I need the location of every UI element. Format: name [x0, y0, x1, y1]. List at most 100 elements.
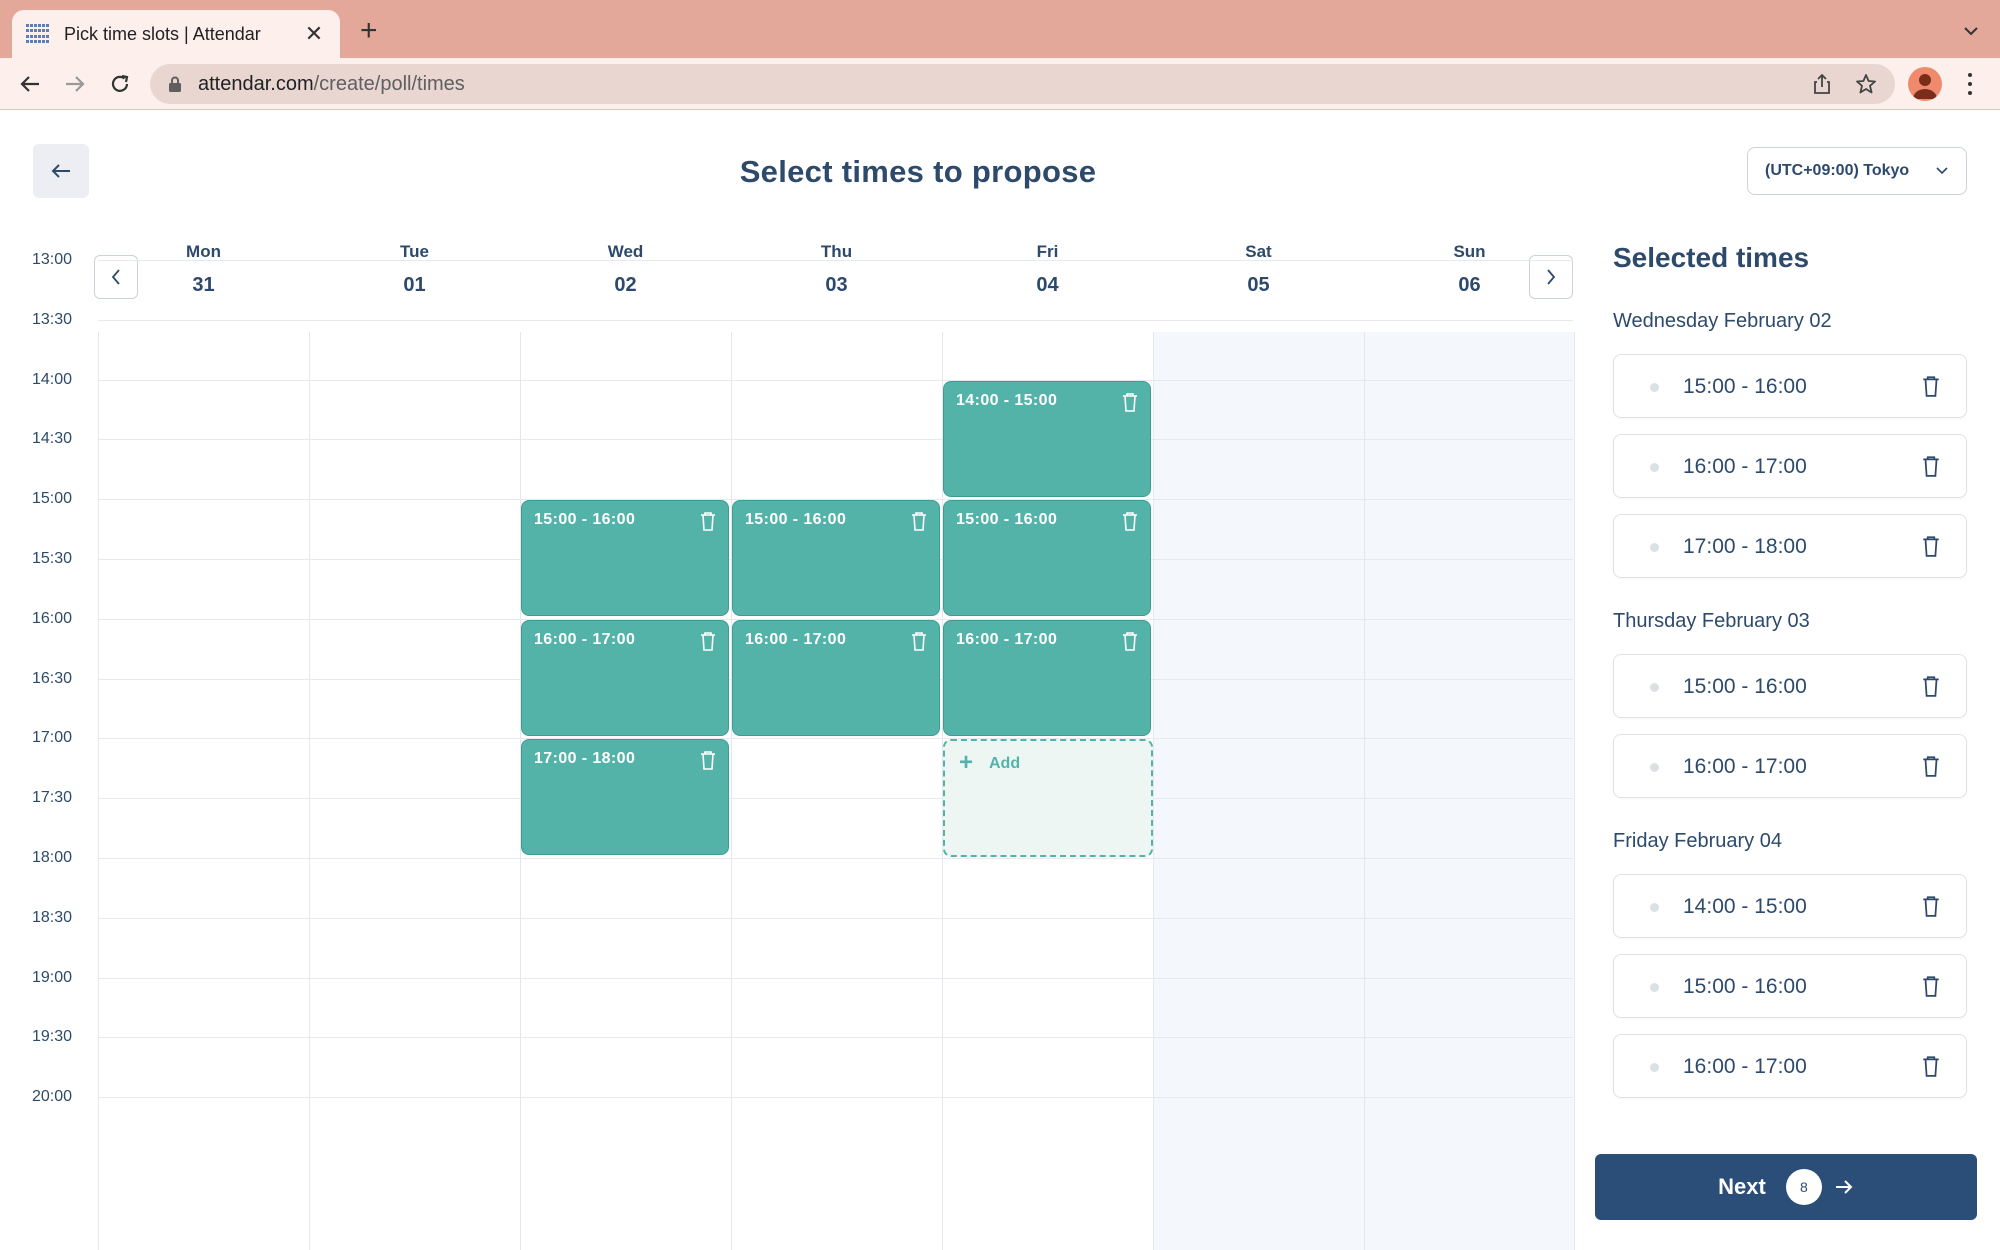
trash-icon[interactable]	[911, 631, 927, 651]
address-bar[interactable]: attendar.com/create/poll/times	[150, 64, 1895, 104]
hour-gridline	[98, 978, 1573, 979]
time-label: 19:30	[32, 1028, 73, 1045]
hour-gridline	[98, 1097, 1573, 1098]
browser-tab[interactable]: Pick time slots | Attendar ✕	[12, 10, 340, 58]
time-label: 17:00	[32, 729, 73, 746]
time-slot-block[interactable]: 14:00 - 15:00	[943, 381, 1151, 497]
trash-icon[interactable]	[1922, 1055, 1940, 1077]
slot-time-label: 15:00 - 16:00	[534, 511, 636, 528]
trash-icon[interactable]	[1122, 392, 1138, 412]
selected-time-card[interactable]: 16:00 - 17:00	[1613, 434, 1967, 498]
time-slot-block[interactable]: 16:00 - 17:00	[732, 620, 940, 736]
selected-time-card[interactable]: 15:00 - 16:00	[1613, 654, 1967, 718]
browser-forward-icon[interactable]	[61, 70, 89, 98]
new-tab-plus-icon[interactable]: +	[360, 16, 378, 46]
plus-icon: +	[959, 749, 974, 776]
day-column-tue[interactable]	[309, 332, 520, 1250]
time-label: 13:30	[32, 311, 73, 328]
lock-icon	[169, 76, 181, 92]
trash-icon[interactable]	[700, 750, 716, 770]
selected-time-label: 14:00 - 15:00	[1683, 895, 1807, 918]
day-date: 06	[1458, 274, 1481, 296]
next-button-label: Next	[1718, 1174, 1766, 1199]
slot-time-label: 17:00 - 18:00	[534, 750, 636, 767]
trash-icon[interactable]	[1922, 975, 1940, 997]
time-label: 18:30	[32, 909, 73, 926]
selected-time-card[interactable]: 16:00 - 17:00	[1613, 734, 1967, 798]
trash-icon[interactable]	[1922, 675, 1940, 697]
day-header-tue: Tue 01	[309, 242, 520, 297]
time-label: 14:30	[32, 430, 73, 447]
time-slot-block[interactable]: 16:00 - 17:00	[521, 620, 729, 736]
browser-menu-icon[interactable]	[1960, 70, 1980, 98]
tab-close-icon[interactable]: ✕	[302, 21, 326, 47]
next-button[interactable]: Next 8	[1595, 1154, 1977, 1220]
time-label: 20:00	[32, 1088, 73, 1105]
trash-icon[interactable]	[1922, 895, 1940, 917]
status-dot	[1650, 983, 1659, 992]
time-label: 18:00	[32, 849, 73, 866]
hour-gridline	[98, 260, 1573, 261]
date-group-title: Friday February 04	[1613, 830, 1782, 852]
hour-gridline	[98, 1037, 1573, 1038]
selected-time-label: 16:00 - 17:00	[1683, 755, 1807, 778]
day-column-thu[interactable]	[731, 332, 942, 1250]
selected-time-label: 15:00 - 16:00	[1683, 975, 1807, 998]
selected-time-card[interactable]: 17:00 - 18:00	[1613, 514, 1967, 578]
day-date: 02	[614, 274, 637, 296]
trash-icon[interactable]	[1922, 375, 1940, 397]
trash-icon[interactable]	[1122, 631, 1138, 651]
add-slot-button[interactable]: + Add	[943, 739, 1153, 857]
day-header-wed: Wed 02	[520, 242, 731, 297]
status-dot	[1650, 763, 1659, 772]
app-root: Select times to propose (UTC+09:00) Toky…	[0, 110, 2000, 1250]
time-slot-block[interactable]: 16:00 - 17:00	[943, 620, 1151, 736]
trash-icon[interactable]	[700, 631, 716, 651]
status-dot	[1650, 683, 1659, 692]
trash-icon[interactable]	[911, 511, 927, 531]
day-column-sun[interactable]	[1364, 332, 1575, 1250]
selected-time-label: 17:00 - 18:00	[1683, 535, 1807, 558]
time-slot-block[interactable]: 15:00 - 16:00	[732, 500, 940, 616]
browser-back-icon[interactable]	[16, 70, 44, 98]
day-date: 01	[403, 274, 426, 296]
trash-icon[interactable]	[1122, 511, 1138, 531]
trash-icon[interactable]	[700, 511, 716, 531]
time-slot-block[interactable]: 17:00 - 18:00	[521, 739, 729, 855]
trash-icon[interactable]	[1922, 535, 1940, 557]
selected-time-card[interactable]: 16:00 - 17:00	[1613, 1034, 1967, 1098]
time-label: 15:00	[32, 490, 73, 507]
share-icon[interactable]	[1810, 72, 1834, 96]
day-column-mon[interactable]	[98, 332, 309, 1250]
time-slot-block[interactable]: 15:00 - 16:00	[521, 500, 729, 616]
status-dot	[1650, 463, 1659, 472]
url-text: attendar.com/create/poll/times	[198, 72, 465, 95]
tab-search-chevron-icon[interactable]	[1962, 22, 1980, 40]
browser-reload-icon[interactable]	[106, 70, 134, 98]
day-header-sat: Sat 05	[1153, 242, 1364, 297]
profile-avatar[interactable]	[1908, 67, 1942, 101]
time-label: 19:00	[32, 969, 73, 986]
selected-time-card[interactable]: 15:00 - 16:00	[1613, 354, 1967, 418]
selected-time-label: 16:00 - 17:00	[1683, 455, 1807, 478]
day-column-sat[interactable]	[1153, 332, 1364, 1250]
slot-time-label: 14:00 - 15:00	[956, 392, 1058, 409]
selected-time-card[interactable]: 14:00 - 15:00	[1613, 874, 1967, 938]
tab-title: Pick time slots | Attendar	[64, 23, 261, 44]
date-group-title: Thursday February 03	[1613, 610, 1810, 632]
time-slot-block[interactable]: 15:00 - 16:00	[943, 500, 1151, 616]
day-date: 05	[1247, 274, 1270, 296]
date-group-title: Wednesday February 02	[1613, 310, 1832, 332]
day-date: 03	[825, 274, 848, 296]
calendar-grid[interactable]	[98, 332, 1575, 1250]
bookmark-star-icon[interactable]	[1854, 72, 1878, 96]
arrow-right-icon	[1835, 1180, 1853, 1194]
browser-tab-strip: Pick time slots | Attendar ✕ +	[0, 0, 2000, 58]
time-label: 15:30	[32, 550, 73, 567]
trash-icon[interactable]	[1922, 755, 1940, 777]
day-header-fri: Fri 04	[942, 242, 1153, 297]
time-label: 17:30	[32, 789, 73, 806]
selected-time-card[interactable]: 15:00 - 16:00	[1613, 954, 1967, 1018]
day-header-mon: Mon 31	[98, 242, 309, 297]
trash-icon[interactable]	[1922, 455, 1940, 477]
